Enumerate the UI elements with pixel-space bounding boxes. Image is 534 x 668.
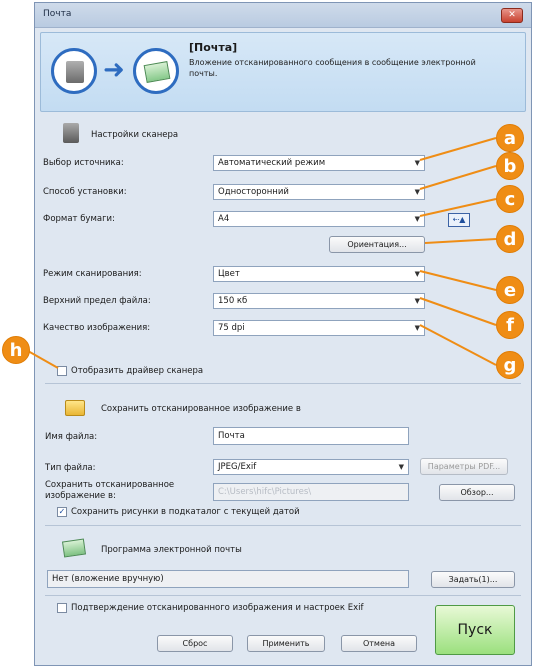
callout-h: h [2, 336, 30, 364]
callout-b: b [496, 152, 524, 180]
callout-lines [27, 137, 497, 369]
callout-c: c [496, 185, 524, 213]
callout-d: d [496, 225, 524, 253]
callout-f: f [496, 311, 524, 339]
callout-e: e [496, 276, 524, 304]
callout-g: g [496, 351, 524, 379]
callout-a: a [496, 124, 524, 152]
